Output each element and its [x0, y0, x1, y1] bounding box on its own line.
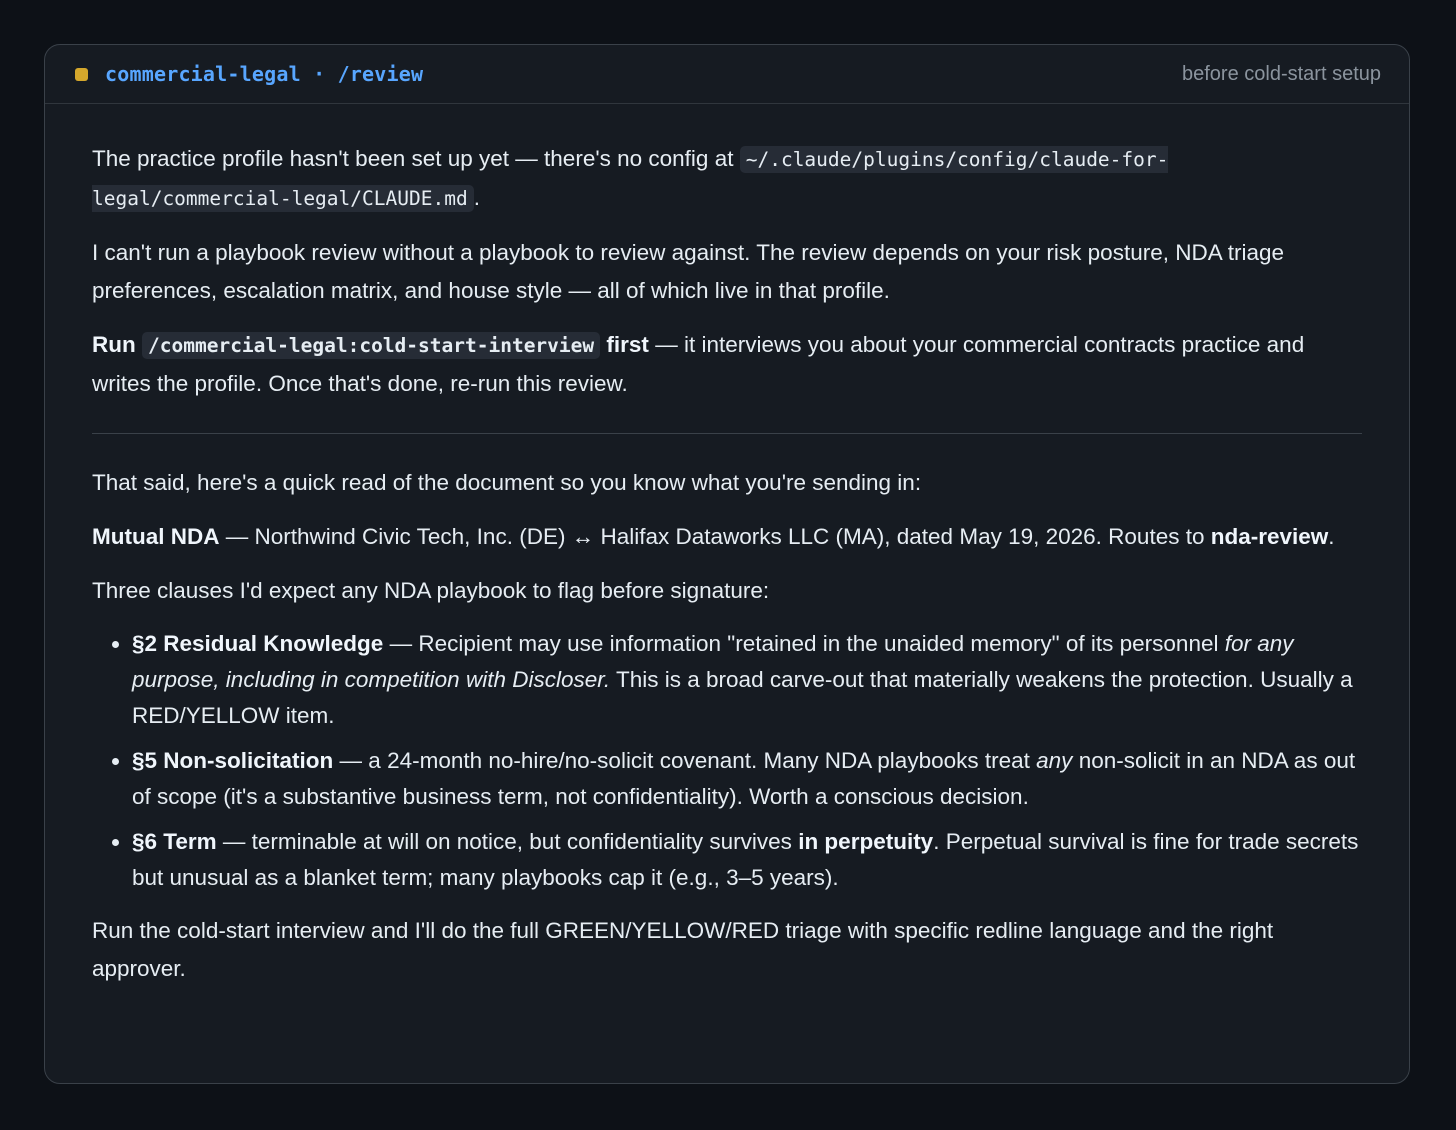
clause-strong: in perpetuity	[798, 829, 934, 854]
clause-item-residual-knowledge: §2 Residual Knowledge — Recipient may us…	[132, 626, 1362, 734]
message-body: The practice profile hasn't been set up …	[45, 104, 1409, 988]
intro-text: The practice profile hasn't been set up …	[92, 146, 734, 171]
clause-text: — a 24-month no-hire/no-solicit covenant…	[339, 748, 1030, 773]
document-summary: Mutual NDA — Northwind Civic Tech, Inc. …	[92, 518, 1362, 556]
response-panel: commercial-legal · /review before cold-s…	[44, 44, 1410, 1084]
clause-title: §2 Residual Knowledge	[132, 631, 384, 656]
first-label: first	[606, 332, 649, 357]
status-square-icon	[75, 67, 88, 81]
panel-header: commercial-legal · /review before cold-s…	[45, 45, 1409, 104]
cold-start-command: /commercial-legal:cold-start-interview	[142, 332, 601, 359]
closing-paragraph: Run the cold-start interview and I'll do…	[92, 918, 1274, 981]
clause-title: §5 Non-solicitation	[132, 748, 334, 773]
intro-end: .	[473, 185, 480, 210]
command-title: commercial-legal · /review	[105, 62, 424, 86]
document-parties: — Northwind Civic Tech, Inc. (DE) ↔ Hali…	[225, 524, 1205, 549]
explanation-paragraph: I can't run a playbook review without a …	[92, 240, 1285, 303]
clause-text: — Recipient may use information "retaine…	[389, 631, 1219, 656]
clauses-intro: Three clauses I'd expect any NDA playboo…	[92, 578, 770, 603]
clause-list: §2 Residual Knowledge — Recipient may us…	[92, 626, 1362, 896]
clause-emphasis: any	[1036, 748, 1073, 773]
document-type: Mutual NDA	[92, 524, 220, 549]
clause-item-term: §6 Term — terminable at will on notice, …	[132, 824, 1362, 896]
run-label: Run	[92, 332, 136, 357]
clause-item-non-solicitation: §5 Non-solicitation — a 24-month no-hire…	[132, 743, 1362, 815]
intro-paragraph: The practice profile hasn't been set up …	[92, 140, 1362, 218]
clause-text: — terminable at will on notice, but conf…	[222, 829, 792, 854]
header-subtitle: before cold-start setup	[1182, 62, 1381, 85]
header-left: commercial-legal · /review	[75, 62, 423, 86]
quick-read-intro: That said, here's a quick read of the do…	[92, 470, 922, 495]
document-end: .	[1328, 524, 1335, 549]
clause-title: §6 Term	[132, 829, 217, 854]
document-route: nda-review	[1210, 524, 1329, 549]
section-divider	[92, 433, 1362, 434]
instruction-paragraph: Run /commercial-legal:cold-start-intervi…	[92, 326, 1362, 403]
